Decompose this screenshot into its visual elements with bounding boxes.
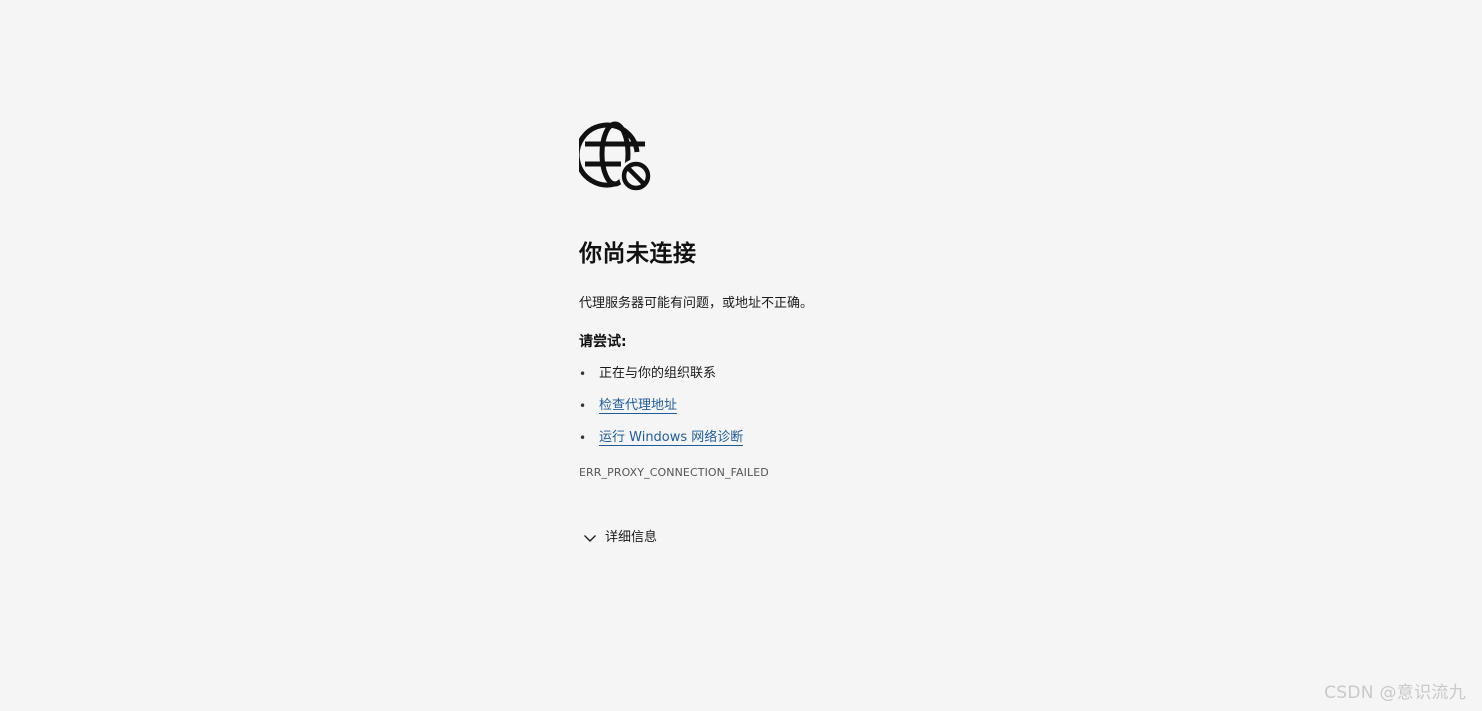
network-diagnostics-link[interactable]: 运行 Windows 网络诊断 — [599, 430, 744, 446]
error-code: ERR_PROXY_CONNECTION_FAILED — [579, 466, 769, 479]
error-description: 代理服务器可能有问题，或地址不正确。 — [579, 296, 814, 311]
chevron-down-icon — [584, 535, 596, 542]
suggestion-run-diagnostics: • 运行 Windows 网络诊断 — [579, 428, 999, 460]
suggestion-list: • 正在与你的组织联系 • 检查代理地址 • 运行 Windows 网络诊断 — [579, 364, 999, 460]
bullet: • — [579, 399, 587, 413]
error-page: 你尚未连接 代理服务器可能有问题，或地址不正确。 请尝试: • 正在与你的组织联… — [0, 0, 1482, 711]
details-toggle[interactable]: 详细信息 — [579, 528, 657, 548]
bullet: • — [579, 431, 587, 445]
details-label: 详细信息 — [605, 530, 658, 545]
try-label: 请尝试: — [579, 334, 627, 350]
bullet: • — [579, 367, 587, 381]
globe-blocked-icon — [579, 121, 653, 193]
error-content: 你尚未连接 代理服务器可能有问题，或地址不正确。 请尝试: • 正在与你的组织联… — [579, 119, 999, 548]
watermark: CSDN @意识流九 — [1324, 683, 1466, 703]
suggestion-text: 正在与你的组织联系 — [599, 366, 717, 381]
check-proxy-link[interactable]: 检查代理地址 — [599, 398, 678, 414]
suggestion-contact-org: • 正在与你的组织联系 — [579, 364, 999, 396]
suggestion-check-proxy: • 检查代理地址 — [579, 396, 999, 428]
page-title: 你尚未连接 — [579, 241, 697, 267]
